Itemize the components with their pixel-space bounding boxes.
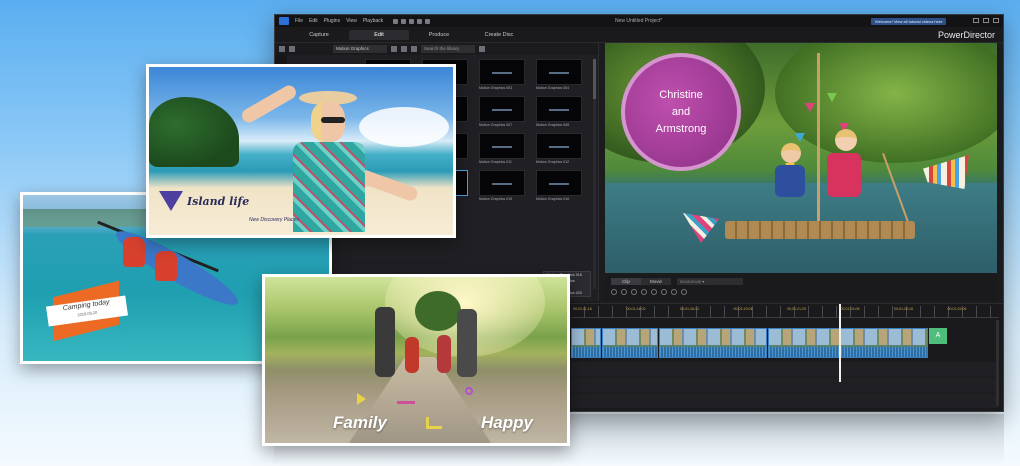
family-title-graphic: Family Happy [333, 413, 533, 433]
playback-controls: Clip Movie 00;00;00;00 ▾ [605, 275, 997, 301]
library-item-label: Motion Graphics 004 [536, 86, 570, 90]
bracket-icon [425, 417, 442, 429]
sort-icon[interactable] [411, 46, 417, 52]
plugin-icon[interactable] [289, 46, 295, 52]
library-item-label: Motion Graphics 012 [536, 160, 570, 164]
ruler-label: 00;01;11;16 [573, 307, 592, 311]
snapshot-icon[interactable] [661, 289, 667, 295]
maximize-icon[interactable] [983, 18, 989, 23]
tab-create-disc[interactable]: Create Disc [469, 32, 529, 38]
project-title: New Untitled Project* [615, 18, 663, 24]
tutorial-notice-link[interactable]: Welcome! View all tutorial videos here [871, 18, 947, 25]
timeline-clip[interactable] [602, 328, 658, 358]
library-toolbar: Motion Graphics Search the library [275, 43, 598, 55]
library-item[interactable]: Motion Graphics 007 [479, 96, 531, 127]
library-item-label: Motion Graphics 003 [479, 86, 513, 90]
menu-plugins[interactable]: Plugins [324, 18, 340, 24]
menu-file[interactable]: File [295, 18, 303, 24]
empty-tracks [571, 362, 999, 408]
redo-icon[interactable] [417, 18, 423, 24]
info-icon[interactable] [425, 18, 431, 24]
ruler-label: 00;01;14;02 [626, 307, 646, 311]
menu-view[interactable]: View [346, 18, 357, 24]
timecode-display[interactable]: 00;00;00;00 ▾ [677, 278, 743, 285]
transport-buttons [611, 289, 687, 295]
beach-subtitle: New Discovery Places [249, 217, 299, 223]
library-item[interactable]: Motion Graphics 011 [479, 133, 531, 164]
menu-bar: File Edit Plugins View Playback New Unti… [275, 15, 1003, 27]
clip-movie-toggle: Clip Movie [611, 278, 671, 285]
tools-icon[interactable] [401, 18, 407, 24]
timeline-clip[interactable] [768, 328, 928, 358]
tab-capture[interactable]: Capture [289, 32, 349, 38]
window-controls [973, 18, 999, 23]
title-line-3: Armstrong [655, 122, 707, 135]
save-icon[interactable] [393, 18, 399, 24]
ruler-label: 00;01;24;06 [840, 307, 860, 311]
brand-label: PowerDirector [937, 30, 995, 40]
library-item-label: Motion Graphics 011 [479, 160, 512, 164]
beach-photo: Island life New Discovery Places [146, 64, 456, 238]
ruler-label: 00;01;29;06 [947, 307, 967, 311]
library-item-label: Motion Graphics 016 [536, 197, 570, 201]
toggle-movie[interactable]: Movie [641, 278, 671, 285]
toggle-clip[interactable]: Clip [611, 278, 641, 285]
previous-frame-icon[interactable] [631, 289, 637, 295]
ruler-label: 00;01;26;18 [894, 307, 913, 311]
family-title-left: Family [333, 413, 387, 432]
timeline-ruler[interactable]: 00;01;11;16 00;01;14;02 00;01;16;12 00;0… [571, 306, 999, 318]
ruler-label: 00;01;19;04 [733, 307, 753, 311]
close-icon[interactable] [993, 18, 999, 23]
library-category-select[interactable]: Motion Graphics [333, 45, 387, 53]
library-item-label: Motion Graphics 015 [479, 197, 513, 201]
next-frame-icon[interactable] [641, 289, 647, 295]
play-icon[interactable] [611, 289, 617, 295]
title-line-1: Christine [659, 88, 703, 101]
timeline-clip[interactable] [659, 328, 767, 358]
view-grid-icon[interactable] [391, 46, 397, 52]
download-icon[interactable] [401, 46, 407, 52]
end-clip-marker[interactable]: A [929, 328, 947, 344]
timeline-scrollbar[interactable] [996, 320, 999, 406]
search-icon[interactable] [479, 46, 485, 52]
undo-icon[interactable] [409, 18, 415, 24]
fast-forward-icon[interactable] [651, 289, 657, 295]
library-scrollbar[interactable] [593, 59, 596, 289]
kayak-title-graphic: Camping today 2018.08.20 [45, 280, 129, 342]
minimize-icon[interactable] [973, 18, 979, 23]
triangle-icon [159, 191, 183, 211]
stop-icon[interactable] [621, 289, 627, 295]
app-logo-icon [279, 17, 289, 25]
library-item[interactable]: Motion Graphics 003 [479, 59, 531, 90]
fullscreen-icon[interactable] [681, 289, 687, 295]
beach-title: Island life [187, 194, 250, 208]
ruler-label: 00;01;21;20 [787, 307, 806, 311]
family-title-right: Happy [481, 413, 533, 432]
library-item[interactable]: Motion Graphics 004 [536, 59, 588, 90]
mode-tabs: Capture Edit Produce Create Disc PowerDi… [275, 27, 1003, 43]
ruler-label: 00;01;16;12 [680, 307, 699, 311]
library-item-label: Motion Graphics 008 [536, 123, 570, 127]
volume-icon[interactable] [671, 289, 677, 295]
beach-title-graphic: Island life [159, 191, 249, 211]
preview-title-overlay[interactable]: Christine and Armstrong [621, 53, 741, 171]
timeline-clip[interactable] [571, 328, 601, 358]
playhead[interactable] [839, 304, 841, 382]
import-icon[interactable] [279, 46, 285, 52]
library-item[interactable]: Motion Graphics 012 [536, 133, 588, 164]
tab-produce[interactable]: Produce [409, 32, 469, 38]
library-item[interactable]: Motion Graphics 016 [536, 170, 588, 201]
family-photo: Family Happy [262, 274, 570, 446]
tab-edit[interactable]: Edit [349, 29, 409, 40]
library-search-input[interactable]: Search the library [421, 45, 475, 53]
library-item[interactable]: Motion Graphics 015 [479, 170, 531, 201]
video-track: A [571, 328, 947, 358]
menu-edit[interactable]: Edit [309, 18, 318, 24]
library-item[interactable]: Motion Graphics 008 [536, 96, 588, 127]
menu-playback[interactable]: Playback [363, 18, 383, 24]
title-line-2: and [671, 105, 691, 118]
library-item-label: Motion Graphics 007 [479, 123, 513, 127]
quick-access-toolbar [393, 18, 431, 24]
preview-window: Christine and Armstrong [605, 43, 997, 273]
